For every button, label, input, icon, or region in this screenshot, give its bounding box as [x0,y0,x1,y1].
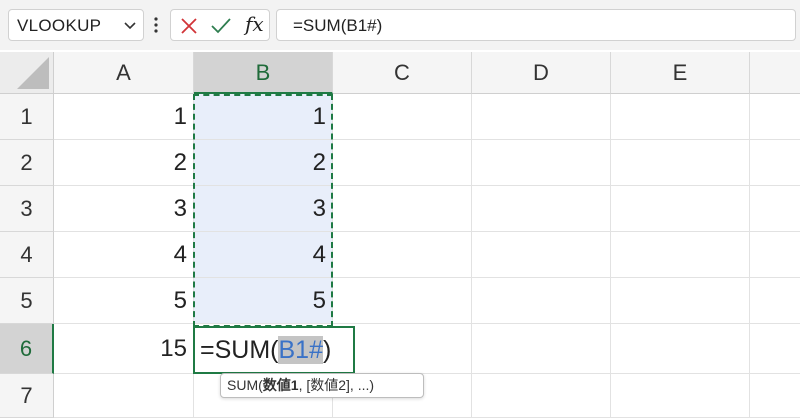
formula-input[interactable]: =SUM(B1#) [276,9,796,41]
formula-text: =SUM(B1#) [293,16,383,35]
tooltip-rest: , [数値2], ...) [298,377,375,393]
cell-a4[interactable]: 4 [54,232,194,278]
column-header-b[interactable]: B [194,52,333,94]
cell-f1[interactable] [750,94,800,140]
cell-e1[interactable] [611,94,750,140]
row-header-4[interactable]: 4 [0,232,54,278]
cell-d5[interactable] [472,278,611,324]
formula-buttons: fx [170,9,270,41]
cell-f6[interactable] [750,324,800,374]
row-header-2[interactable]: 2 [0,140,54,186]
chevron-down-icon[interactable] [123,19,137,33]
cell-a6[interactable]: 15 [54,324,194,374]
cell-e5[interactable] [611,278,750,324]
tooltip-current-argument[interactable]: 数値1 [263,377,299,393]
cell-e7[interactable] [611,374,750,418]
cell-a2[interactable]: 2 [54,140,194,186]
spreadsheet-grid: A B C D E 1 2 3 4 5 6 7 1 2 3 4 5 15 1 2… [0,52,800,418]
name-box-value: VLOOKUP [17,16,102,35]
row-header-3[interactable]: 3 [0,186,54,232]
function-argument-tooltip[interactable]: SUM(数値1, [数値2], ...) [220,373,424,398]
column-header-f[interactable] [750,52,800,94]
cell-c2[interactable] [333,140,472,186]
row-header-6[interactable]: 6 [0,324,54,374]
cell-d4[interactable] [472,232,611,278]
tooltip-function: SUM( [227,377,263,393]
cell-a1[interactable]: 1 [54,94,194,140]
cell-d6[interactable] [472,324,611,374]
cell-a3[interactable]: 3 [54,186,194,232]
row-header-7[interactable]: 7 [0,374,54,418]
column-header-c[interactable]: C [333,52,472,94]
cell-d3[interactable] [472,186,611,232]
column-header-d[interactable]: D [472,52,611,94]
cancel-icon[interactable] [177,14,201,38]
cell-b3[interactable]: 3 [194,186,333,232]
select-all-corner[interactable] [0,52,54,94]
cell-a7[interactable] [54,374,194,418]
formula-bar: VLOOKUP fx =SUM(B1#) [0,0,800,50]
row-header-5[interactable]: 5 [0,278,54,324]
cell-b5[interactable]: 5 [194,278,333,324]
row-header-1[interactable]: 1 [0,94,54,140]
name-box[interactable]: VLOOKUP [8,9,144,41]
cell-e4[interactable] [611,232,750,278]
cell-a5[interactable]: 5 [54,278,194,324]
cell-b1[interactable]: 1 [194,94,333,140]
cell-d7[interactable] [472,374,611,418]
formula-suffix: ) [322,336,332,364]
cell-f4[interactable] [750,232,800,278]
cell-e6[interactable] [611,324,750,374]
cell-d2[interactable] [472,140,611,186]
cell-f5[interactable] [750,278,800,324]
cell-b4[interactable]: 4 [194,232,333,278]
column-header-a[interactable]: A [54,52,194,94]
cell-d1[interactable] [472,94,611,140]
formula-reference: B1# [278,336,323,364]
insert-function-icon[interactable]: fx [245,12,264,36]
cell-f2[interactable] [750,140,800,186]
column-header-e[interactable]: E [611,52,750,94]
more-options-icon[interactable] [152,14,160,36]
cell-c3[interactable] [333,186,472,232]
cell-c1[interactable] [333,94,472,140]
cell-formula-text: =SUM(B1#) [200,336,331,365]
cell-c5[interactable] [333,278,472,324]
cell-f7[interactable] [750,374,800,418]
confirm-check-icon[interactable] [209,14,233,38]
cell-e2[interactable] [611,140,750,186]
cell-f3[interactable] [750,186,800,232]
active-cell-b6[interactable]: =SUM(B1#) [193,326,355,374]
cell-b2[interactable]: 2 [194,140,333,186]
cell-e3[interactable] [611,186,750,232]
formula-prefix: =SUM( [200,336,279,364]
cell-c4[interactable] [333,232,472,278]
